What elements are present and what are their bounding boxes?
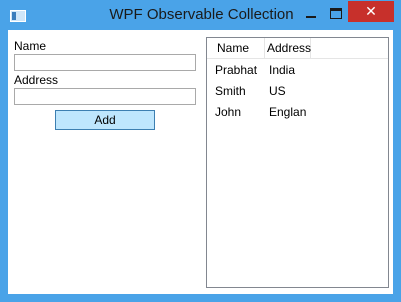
- client-area: Name Address Add Name Address Prabhat In…: [8, 30, 393, 294]
- name-label: Name: [14, 39, 47, 53]
- cell-address: India: [269, 63, 296, 77]
- list-item[interactable]: Prabhat India: [207, 60, 388, 80]
- cell-address: Englan: [269, 105, 307, 119]
- minimize-icon[interactable]: [304, 8, 318, 22]
- column-header-address[interactable]: Address: [265, 38, 311, 58]
- name-input[interactable]: [14, 54, 196, 71]
- list-item[interactable]: John Englan: [207, 102, 388, 122]
- list-item[interactable]: Smith US: [207, 81, 388, 101]
- title-bar[interactable]: WPF Observable Collection ✕: [0, 0, 401, 30]
- maximize-icon[interactable]: [330, 8, 342, 19]
- app-window: WPF Observable Collection ✕ Name Address…: [0, 0, 401, 302]
- address-label: Address: [14, 73, 59, 87]
- address-input[interactable]: [14, 88, 196, 105]
- cell-name: Smith: [215, 84, 246, 98]
- cell-name: Prabhat: [215, 63, 258, 77]
- column-header-name[interactable]: Name: [207, 38, 265, 58]
- listview-header: Name Address: [207, 38, 388, 59]
- add-button[interactable]: Add: [55, 110, 155, 130]
- people-listview[interactable]: Name Address Prabhat India Smith US John…: [206, 37, 389, 288]
- cell-address: US: [269, 84, 286, 98]
- cell-name: John: [215, 105, 242, 119]
- close-button[interactable]: ✕: [348, 1, 394, 22]
